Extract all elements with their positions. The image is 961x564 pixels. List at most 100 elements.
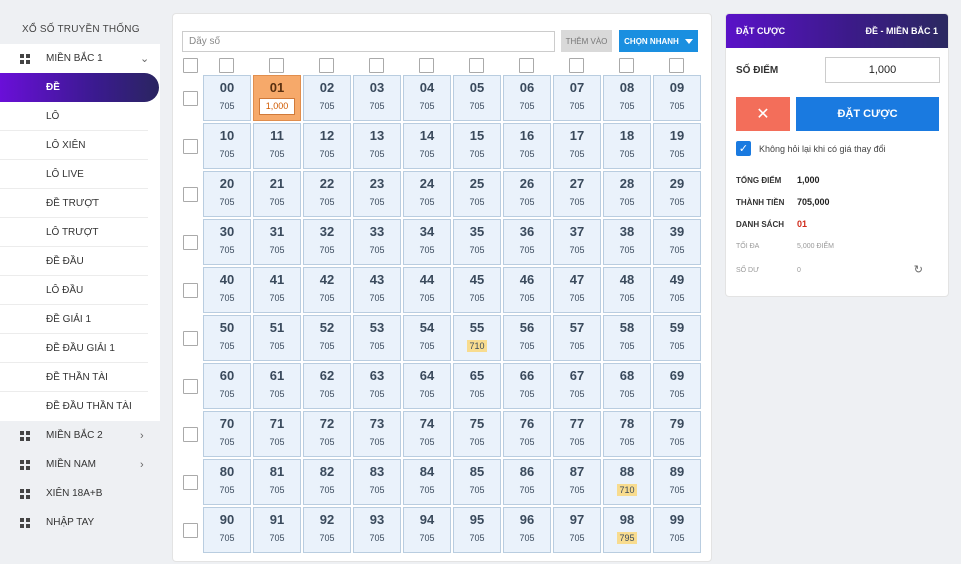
number-cell-71[interactable]: 71 705	[253, 411, 301, 457]
sidebar-group-mien-nam[interactable]: MIỀN NAM ›	[0, 450, 160, 479]
number-cell-60[interactable]: 60 705	[203, 363, 251, 409]
number-cell-85[interactable]: 85 705	[453, 459, 501, 505]
number-cell-46[interactable]: 46 705	[503, 267, 551, 313]
number-cell-18[interactable]: 18 705	[603, 123, 651, 169]
number-cell-81[interactable]: 81 705	[253, 459, 301, 505]
sidebar-group-xien[interactable]: XIÊN 18A+B	[0, 479, 160, 508]
number-cell-68[interactable]: 68 705	[603, 363, 651, 409]
sidebar-group-mien-bac-2[interactable]: MIỀN BẮC 2 ›	[0, 421, 160, 450]
number-cell-95[interactable]: 95 705	[453, 507, 501, 553]
number-cell-97[interactable]: 97 705	[553, 507, 601, 553]
place-bet-button[interactable]: ĐẶT CƯỢC	[796, 97, 939, 131]
sidebar-item-lo-live[interactable]: LÔ LIVE	[0, 160, 148, 189]
sequence-input[interactable]	[182, 30, 555, 52]
number-cell-67[interactable]: 67 705	[553, 363, 601, 409]
number-cell-44[interactable]: 44 705	[403, 267, 451, 313]
sidebar-item-de-truot[interactable]: ĐỀ TRƯỢT	[0, 189, 148, 218]
number-cell-78[interactable]: 78 705	[603, 411, 651, 457]
number-cell-32[interactable]: 32 705	[303, 219, 351, 265]
number-cell-07[interactable]: 07 705	[553, 75, 601, 121]
number-cell-64[interactable]: 64 705	[403, 363, 451, 409]
number-cell-24[interactable]: 24 705	[403, 171, 451, 217]
number-cell-79[interactable]: 79 705	[653, 411, 701, 457]
number-cell-90[interactable]: 90 705	[203, 507, 251, 553]
row-checkbox[interactable]	[183, 331, 198, 346]
select-all-checkbox[interactable]	[183, 58, 198, 73]
number-cell-50[interactable]: 50 705	[203, 315, 251, 361]
number-cell-35[interactable]: 35 705	[453, 219, 501, 265]
sidebar-item-lo-xien[interactable]: LÔ XIÊN	[0, 131, 148, 160]
number-cell-40[interactable]: 40 705	[203, 267, 251, 313]
number-cell-45[interactable]: 45 705	[453, 267, 501, 313]
number-cell-87[interactable]: 87 705	[553, 459, 601, 505]
row-checkbox[interactable]	[183, 91, 198, 106]
column-checkbox[interactable]	[619, 58, 634, 73]
number-cell-62[interactable]: 62 705	[303, 363, 351, 409]
number-cell-02[interactable]: 02 705	[303, 75, 351, 121]
number-cell-93[interactable]: 93 705	[353, 507, 401, 553]
number-cell-96[interactable]: 96 705	[503, 507, 551, 553]
number-cell-30[interactable]: 30 705	[203, 219, 251, 265]
number-cell-34[interactable]: 34 705	[403, 219, 451, 265]
number-cell-28[interactable]: 28 705	[603, 171, 651, 217]
number-cell-94[interactable]: 94 705	[403, 507, 451, 553]
sidebar-group-mien-bac-1[interactable]: MIỀN BẮC 1 ⌄	[0, 44, 160, 73]
column-checkbox[interactable]	[269, 58, 284, 73]
number-cell-23[interactable]: 23 705	[353, 171, 401, 217]
number-cell-70[interactable]: 70 705	[203, 411, 251, 457]
number-cell-36[interactable]: 36 705	[503, 219, 551, 265]
number-cell-88[interactable]: 88 710	[603, 459, 651, 505]
sidebar-item-de-dau-than-tai[interactable]: ĐỀ ĐẦU THẦN TÀI	[0, 392, 148, 421]
sidebar-item-de-than-tai[interactable]: ĐỀ THẦN TÀI	[0, 363, 148, 392]
sidebar-item-de-giai-1[interactable]: ĐỀ GIẢI 1	[0, 305, 148, 334]
number-cell-54[interactable]: 54 705	[403, 315, 451, 361]
number-cell-48[interactable]: 48 705	[603, 267, 651, 313]
sidebar-item-de-dau-giai-1[interactable]: ĐỀ ĐẦU GIẢI 1	[0, 334, 148, 363]
number-cell-83[interactable]: 83 705	[353, 459, 401, 505]
number-cell-26[interactable]: 26 705	[503, 171, 551, 217]
number-cell-99[interactable]: 99 705	[653, 507, 701, 553]
number-cell-86[interactable]: 86 705	[503, 459, 551, 505]
number-cell-12[interactable]: 12 705	[303, 123, 351, 169]
number-cell-52[interactable]: 52 705	[303, 315, 351, 361]
number-cell-73[interactable]: 73 705	[353, 411, 401, 457]
number-cell-91[interactable]: 91 705	[253, 507, 301, 553]
number-cell-04[interactable]: 04 705	[403, 75, 451, 121]
number-cell-27[interactable]: 27 705	[553, 171, 601, 217]
row-checkbox[interactable]	[183, 475, 198, 490]
number-cell-25[interactable]: 25 705	[453, 171, 501, 217]
points-input[interactable]	[825, 57, 940, 83]
number-cell-82[interactable]: 82 705	[303, 459, 351, 505]
column-checkbox[interactable]	[319, 58, 334, 73]
column-checkbox[interactable]	[669, 58, 684, 73]
add-button[interactable]: THÊM VÀO	[561, 30, 612, 52]
number-cell-19[interactable]: 19 705	[653, 123, 701, 169]
sidebar-item-lo-truot[interactable]: LÔ TRƯỢT	[0, 218, 148, 247]
number-cell-31[interactable]: 31 705	[253, 219, 301, 265]
number-cell-06[interactable]: 06 705	[503, 75, 551, 121]
bet-amount-input[interactable]: 1,000	[259, 98, 295, 115]
row-checkbox[interactable]	[183, 235, 198, 250]
refresh-icon[interactable]: ↻	[914, 263, 923, 276]
number-cell-47[interactable]: 47 705	[553, 267, 601, 313]
column-checkbox[interactable]	[469, 58, 484, 73]
number-cell-37[interactable]: 37 705	[553, 219, 601, 265]
number-cell-20[interactable]: 20 705	[203, 171, 251, 217]
number-cell-21[interactable]: 21 705	[253, 171, 301, 217]
row-checkbox[interactable]	[183, 379, 198, 394]
number-cell-92[interactable]: 92 705	[303, 507, 351, 553]
sidebar-item-lo-dau[interactable]: LÔ ĐẦU	[0, 276, 148, 305]
number-cell-08[interactable]: 08 705	[603, 75, 651, 121]
row-checkbox[interactable]	[183, 427, 198, 442]
number-cell-29[interactable]: 29 705	[653, 171, 701, 217]
cancel-button[interactable]: ✕	[736, 97, 790, 131]
number-cell-16[interactable]: 16 705	[503, 123, 551, 169]
confirm-checkbox[interactable]: ✓	[736, 141, 751, 156]
number-cell-80[interactable]: 80 705	[203, 459, 251, 505]
number-cell-05[interactable]: 05 705	[453, 75, 501, 121]
column-checkbox[interactable]	[369, 58, 384, 73]
number-cell-53[interactable]: 53 705	[353, 315, 401, 361]
column-checkbox[interactable]	[569, 58, 584, 73]
sidebar-item-de[interactable]: ĐỀ	[0, 73, 159, 102]
number-cell-00[interactable]: 00 705	[203, 75, 251, 121]
